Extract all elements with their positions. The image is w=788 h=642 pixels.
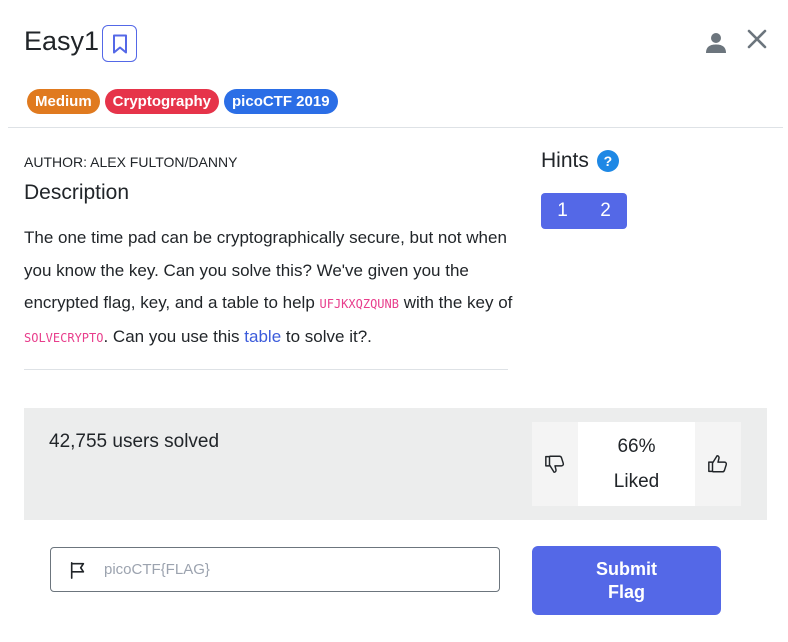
- help-icon[interactable]: ?: [596, 150, 619, 172]
- hint-buttons: 1 2: [541, 193, 627, 229]
- thumbs-down-icon: [545, 455, 565, 473]
- like-button[interactable]: [695, 422, 741, 506]
- liked-label: Liked: [613, 470, 660, 492]
- key-code: SOLVECRYPTO: [24, 330, 104, 345]
- flag-icon: [69, 560, 89, 580]
- tag-category[interactable]: Cryptography: [104, 89, 220, 114]
- bookmark-icon: [112, 34, 127, 53]
- hint-button-1[interactable]: 1: [541, 193, 584, 229]
- description-text: The one time pad can be cryptographicall…: [24, 222, 514, 354]
- challenge-author: AUTHOR: ALEX FULTON/DANNY: [24, 154, 238, 170]
- like-stats: 66% Liked: [578, 422, 695, 506]
- submit-flag-button[interactable]: Submit Flag: [532, 546, 721, 615]
- cipher-code: UFJKXQZQUNB: [319, 297, 399, 311]
- flag-input-group: [50, 547, 500, 592]
- description-heading: Description: [24, 181, 130, 204]
- close-icon[interactable]: [745, 27, 769, 51]
- description-part4: to solve it?.: [281, 326, 372, 346]
- solved-count: 42,755 users solved: [49, 431, 220, 452]
- like-widget: 66% Liked: [532, 422, 741, 506]
- hint-button-2[interactable]: 2: [584, 193, 627, 229]
- tag-event[interactable]: picoCTF 2019: [224, 89, 338, 114]
- submit-flag-label: Submit Flag: [596, 558, 657, 602]
- tag-list: Medium Cryptography picoCTF 2019: [27, 89, 338, 114]
- description-part2: with the key of: [398, 293, 513, 312]
- challenge-header: Easy1 Medium Cryptography picoCTF 2019: [0, 0, 788, 128]
- hints-heading: Hints ?: [541, 149, 619, 173]
- flag-input[interactable]: [104, 561, 484, 578]
- tag-difficulty[interactable]: Medium: [27, 89, 100, 114]
- description-divider: [24, 369, 508, 370]
- stats-panel: 42,755 users solved 66% Liked: [24, 408, 767, 520]
- hints-label: Hints: [541, 149, 589, 172]
- table-link[interactable]: table: [244, 327, 281, 346]
- thumbs-up-icon: [708, 455, 728, 473]
- header-divider: [8, 127, 783, 128]
- challenge-title: Easy1: [24, 26, 100, 56]
- bookmark-button[interactable]: [102, 25, 137, 62]
- user-icon[interactable]: [704, 30, 728, 54]
- liked-percent: 66%: [617, 435, 656, 457]
- description-part3: . Can you use this: [103, 326, 245, 346]
- dislike-button[interactable]: [532, 422, 578, 506]
